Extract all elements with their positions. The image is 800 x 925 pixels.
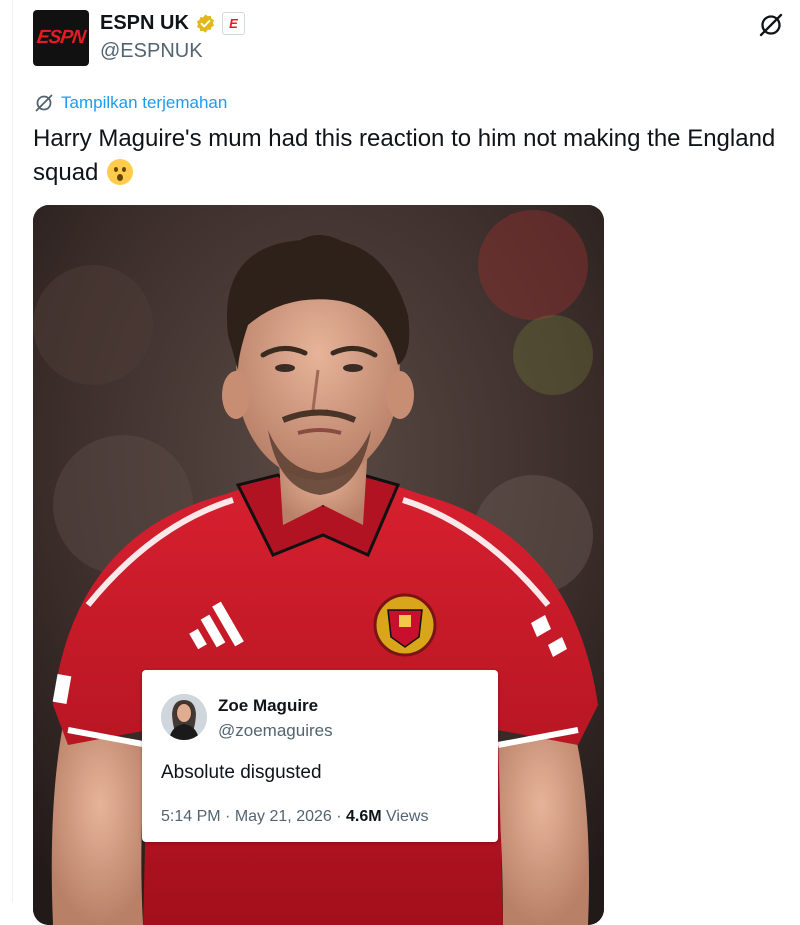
affiliate-badge-text: E xyxy=(229,16,238,31)
quoted-post-date[interactable]: May 21, 2026 xyxy=(235,808,332,825)
quoted-author-name[interactable]: Zoe Maguire xyxy=(218,696,318,716)
translate-label: Tampilkan terjemahan xyxy=(61,93,228,112)
timeline-border xyxy=(12,0,13,902)
zoe-avatar[interactable] xyxy=(161,694,207,740)
translate-link[interactable]: Tampilkan terjemahan xyxy=(34,93,227,113)
meta-separator: · xyxy=(336,808,347,825)
grok-icon[interactable] xyxy=(758,12,784,38)
meta-separator: · xyxy=(225,808,235,825)
avatar-photo xyxy=(161,694,207,740)
espn-avatar[interactable]: ESPN xyxy=(33,10,89,66)
tweet-body: Harry Maguire's mum had this reaction to… xyxy=(33,125,776,186)
account-handle[interactable]: @ESPNUK xyxy=(100,40,203,63)
account-name-row: ESPN UK E xyxy=(100,12,245,35)
quoted-post-card[interactable]: Zoe Maguire @zoemaguires Absolute disgus… xyxy=(142,670,498,842)
affiliate-badge[interactable]: E xyxy=(221,12,245,35)
verified-badge-icon[interactable] xyxy=(195,13,216,34)
espn-logo-text: ESPN xyxy=(35,27,87,48)
quoted-post-views-count: 4.6M xyxy=(346,808,382,825)
account-display-name[interactable]: ESPN UK xyxy=(100,12,189,35)
translate-icon xyxy=(35,94,53,112)
quoted-post-time[interactable]: 5:14 PM xyxy=(161,808,221,825)
tweet-text: Harry Maguire's mum had this reaction to… xyxy=(33,122,793,190)
manchester-united-crest-icon xyxy=(373,593,437,657)
quoted-post-views-label: Views xyxy=(386,808,429,825)
quoted-author-handle[interactable]: @zoemaguires xyxy=(218,721,333,741)
quoted-post-meta: 5:14 PM · May 21, 2026 · 4.6M Views xyxy=(161,808,428,826)
quoted-post-text: Absolute disgusted xyxy=(161,762,322,783)
astonished-face-emoji-icon xyxy=(107,159,134,185)
